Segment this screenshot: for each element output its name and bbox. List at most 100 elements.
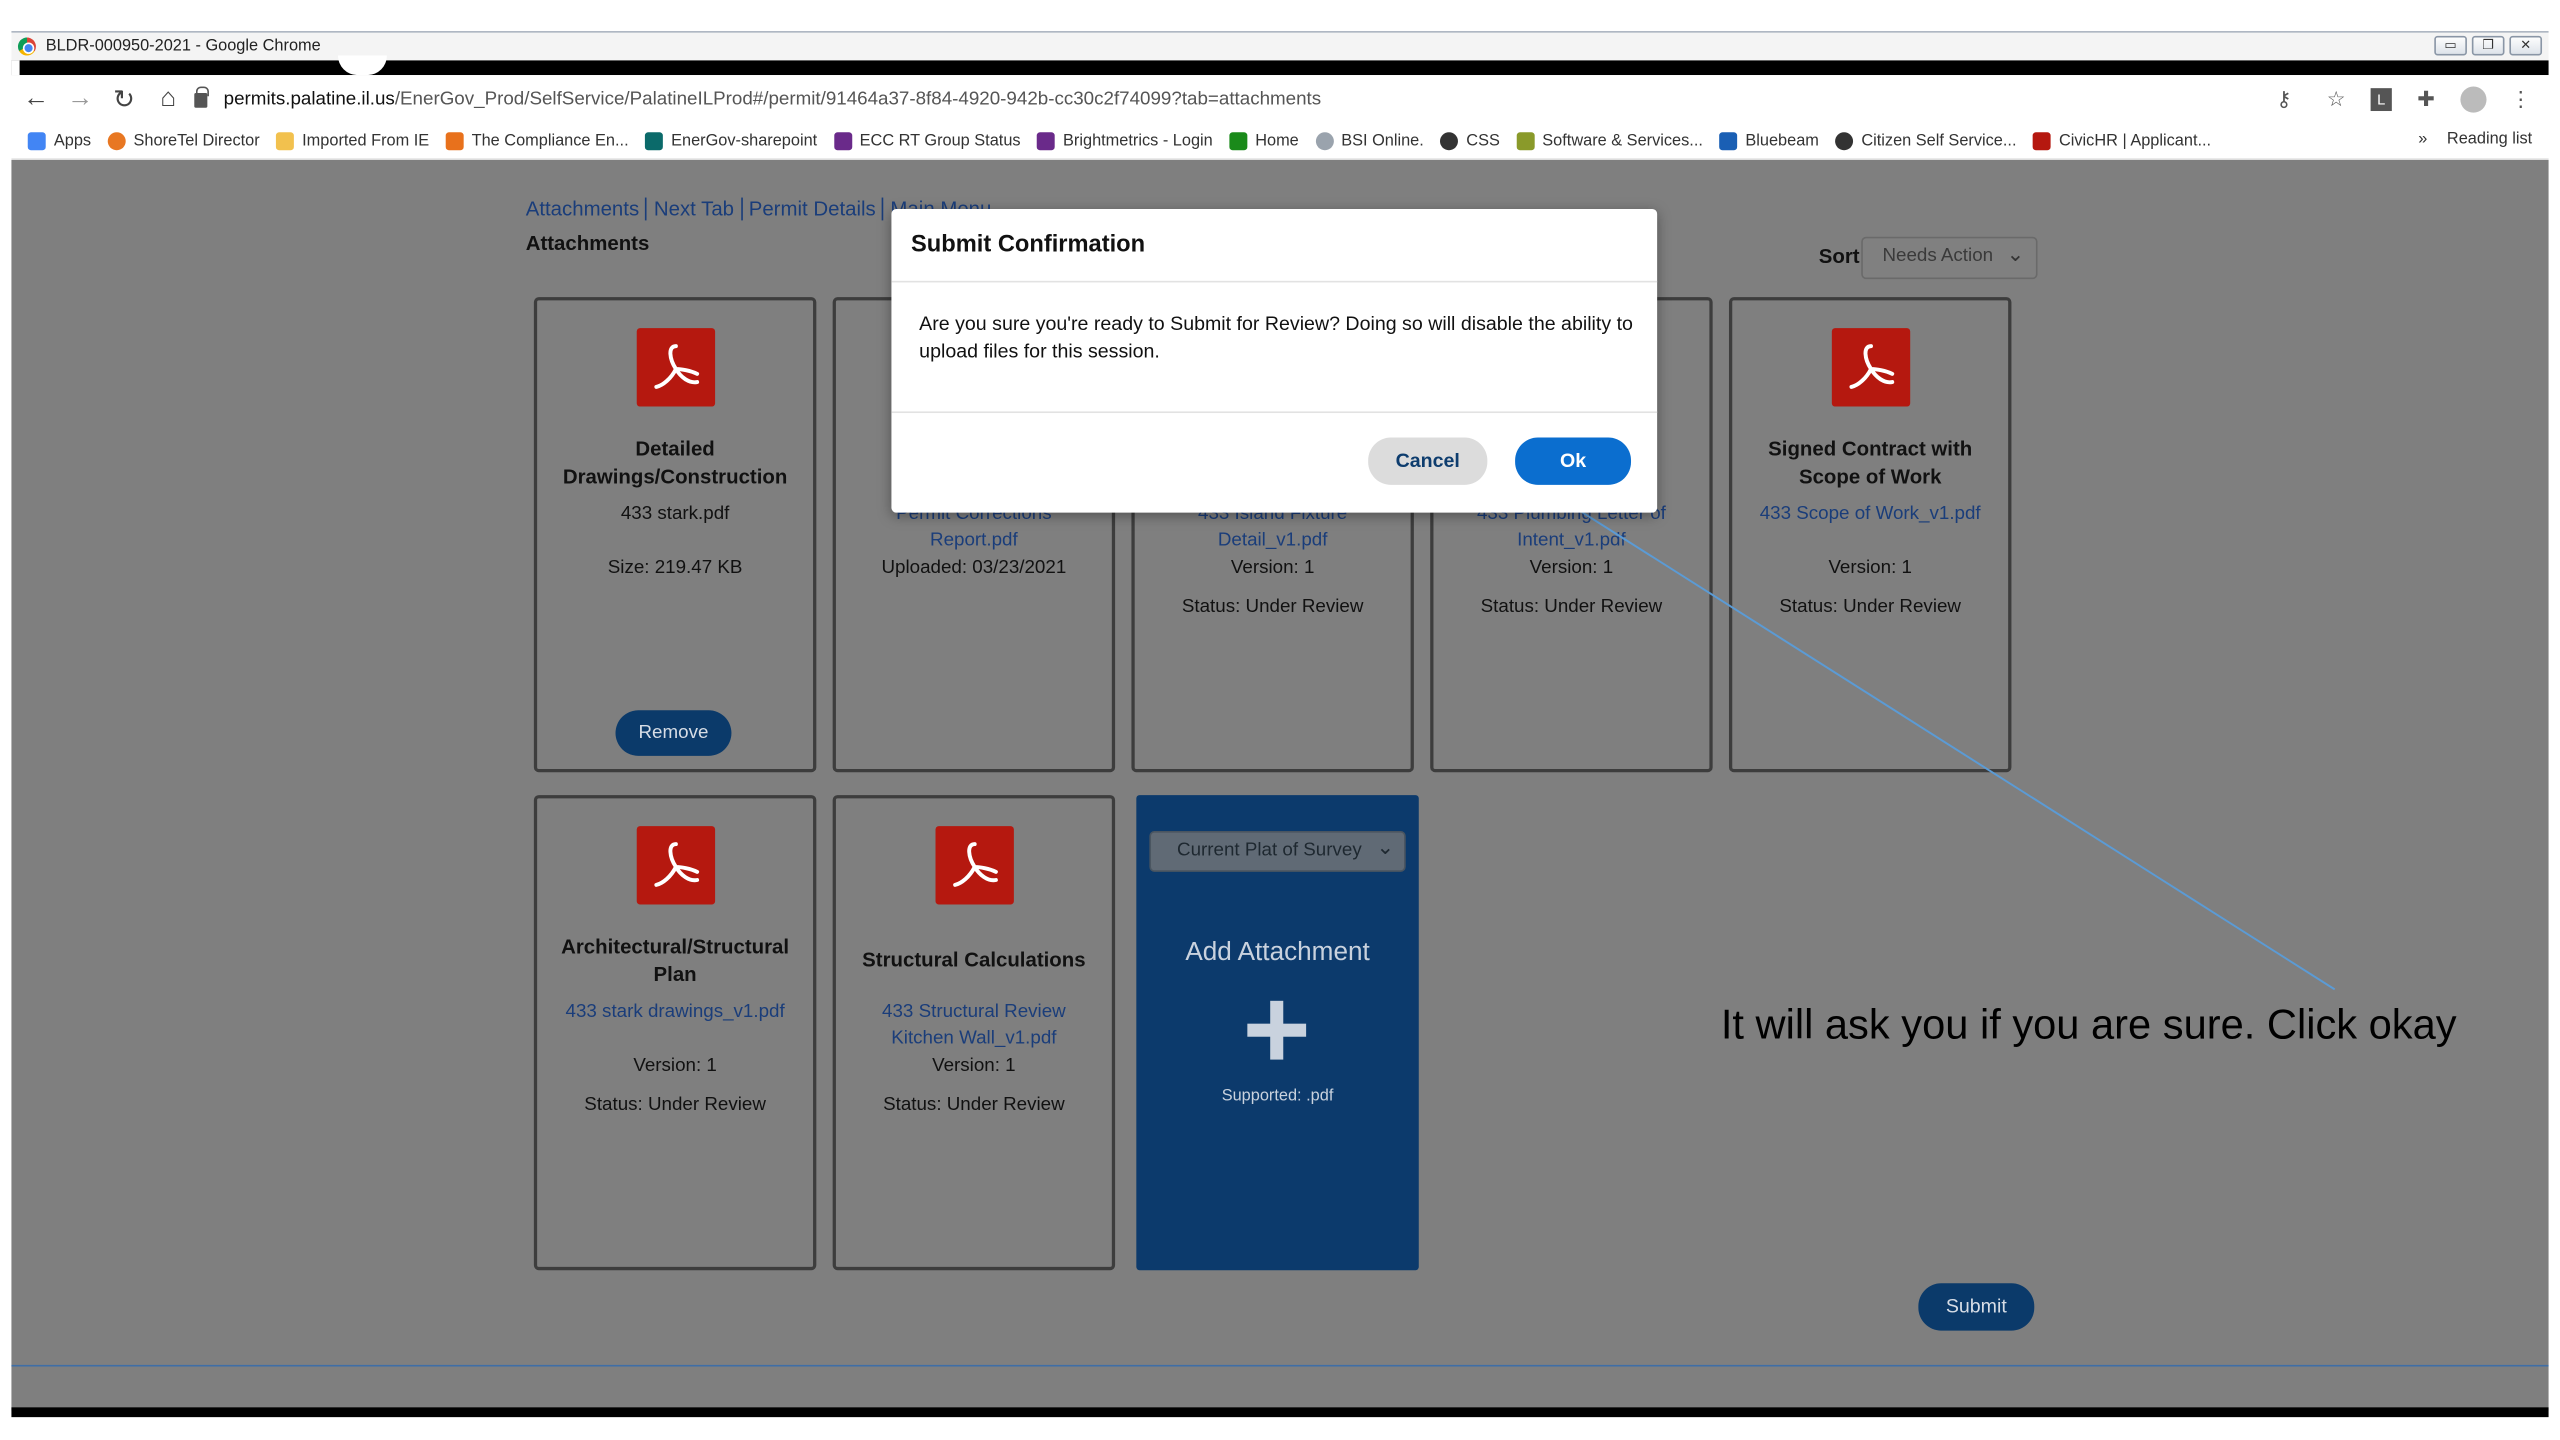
plus-icon[interactable] (1247, 1000, 1307, 1060)
bookmark-item[interactable]: CSS (1440, 132, 1500, 151)
bookmark-item[interactable]: Brightmetrics - Login (1036, 132, 1213, 151)
card-title: Signed Contract with Scope of Work (1768, 437, 1973, 489)
attachment-type-select[interactable]: Current Plat of Survey (1149, 828, 1406, 872)
footer-divider (11, 1364, 2549, 1367)
globe-icon (1440, 132, 1459, 151)
tutorial-annotation: It will ask you if you are sure. Click o… (1720, 1002, 2457, 1049)
submit-confirmation-dialog: Submit Confirmation Are you sure you're … (891, 208, 1658, 513)
bookmarks-right: » Reading list (2418, 131, 2532, 149)
bookmark-label: EnerGov-sharepoint (671, 132, 818, 151)
folder-icon (276, 132, 294, 151)
file-status: Status: Under Review (1779, 597, 1961, 618)
bookmark-item[interactable]: EnerGov-sharepoint (644, 132, 818, 151)
bookmark-label: The Compliance En... (471, 132, 629, 151)
file-status: Status: Under Review (883, 1095, 1065, 1116)
back-arrow-icon[interactable]: ← (16, 80, 55, 119)
bookmark-item[interactable]: The Compliance En... (445, 132, 629, 151)
cancel-button[interactable]: Cancel (1368, 437, 1488, 485)
bookmark-label: ECC RT Group Status (859, 132, 1021, 151)
card-title: Architectural/Structural Plan (561, 935, 790, 987)
attachment-card-drawings: Detailed Drawings/Construction 433 stark… (533, 297, 817, 773)
bookmark-label: BSI Online. (1341, 132, 1424, 151)
card-title: Structural Calculations (862, 948, 1086, 972)
key-icon[interactable]: ⚷ (2266, 82, 2302, 118)
shoretel-icon (107, 132, 126, 151)
minimize-icon[interactable]: ▭ (2434, 35, 2467, 56)
screenshot-stage: BLDR-000950-2021 - Google Chrome ▭ ❐ ✕ ←… (0, 0, 2560, 1440)
more-bookmarks-icon[interactable]: » (2418, 131, 2427, 149)
bookmark-item[interactable]: Citizen Self Service... (1835, 132, 2017, 151)
lock-icon[interactable] (194, 85, 209, 107)
breadcrumb-next-tab[interactable]: Next Tab (647, 197, 743, 221)
add-attachment-title: Add Attachment (1185, 938, 1370, 967)
ok-button[interactable]: Ok (1515, 437, 1632, 485)
add-attachment-card[interactable]: Current Plat of Survey Add Attachment Su… (1136, 795, 1419, 1271)
bookmark-label: CivicHR | Applicant... (2058, 132, 2212, 151)
restore-icon[interactable]: ❐ (2471, 35, 2505, 56)
bookmark-label: Home (1255, 132, 1299, 151)
bookmark-label: Imported From IE (302, 132, 430, 151)
pdf-icon (636, 328, 716, 407)
bookmark-label: Brightmetrics - Login (1063, 132, 1213, 151)
bookmarks-bar: Apps ShoreTel Director Imported From IE The… (11, 124, 2549, 160)
file-link[interactable]: 433 Structural Review Kitchen Wall_v1.pd… (842, 999, 1105, 1051)
software-icon (1516, 132, 1535, 151)
file-link[interactable]: 433 stark drawings_v1.pdf (544, 999, 807, 1025)
file-version: Version: 1 (633, 1056, 717, 1076)
home-icon[interactable]: ⌂ (149, 80, 188, 119)
upload-date: Uploaded: 03/23/2021 (881, 558, 1067, 578)
chrome-logo-icon (17, 37, 36, 56)
reload-icon[interactable]: ↻ (104, 80, 143, 119)
bookmark-label: Software & Services... (1542, 132, 1703, 151)
bookmark-label: Bluebeam (1745, 132, 1819, 151)
breadcrumb-permit-details[interactable]: Permit Details (742, 197, 884, 221)
bookmark-item[interactable]: CivicHR | Applicant... (2032, 132, 2212, 151)
window-titlebar: BLDR-000950-2021 - Google Chrome ▭ ❐ ✕ (11, 31, 2549, 61)
supported-formats: Supported: .pdf (1221, 1087, 1334, 1106)
bookmark-label: Apps (53, 132, 92, 151)
window-controls: ▭ ❐ ✕ (2434, 35, 2543, 56)
bookmark-item[interactable]: Bluebeam (1719, 132, 1819, 151)
profile-avatar-icon[interactable] (2460, 86, 2487, 113)
window-title: BLDR-000950-2021 - Google Chrome (45, 37, 321, 56)
address-bar[interactable]: permits.palatine.il.us/EnerGov_Prod/Self… (194, 82, 1321, 118)
file-status: Status: Under Review (1181, 597, 1364, 618)
submit-button[interactable]: Submit (1918, 1283, 2035, 1331)
dialog-title: Submit Confirmation (911, 231, 1146, 258)
bookmark-item[interactable]: Imported From IE (276, 132, 430, 151)
pdf-icon (935, 826, 1014, 905)
file-version: Version: 1 (932, 1056, 1016, 1076)
ecc-icon (833, 132, 852, 151)
dialog-message: Are you sure you're ready to Submit for … (919, 311, 1633, 363)
extension-l-icon[interactable]: L (2370, 88, 2392, 112)
taskbar-edge (11, 1407, 2549, 1418)
attachment-card-contract: Signed Contract with Scope of Work 433 S… (1728, 297, 2012, 773)
bluebeam-icon (1719, 132, 1738, 151)
reading-list-button[interactable]: Reading list (2447, 131, 2532, 149)
bookmark-item[interactable]: Software & Services... (1516, 132, 1703, 151)
sort-select[interactable]: Needs Action (1861, 236, 2038, 280)
bookmark-item[interactable]: ECC RT Group Status (833, 132, 1021, 151)
forward-arrow-icon[interactable]: → (60, 80, 99, 119)
tab-handle[interactable] (337, 55, 387, 76)
file-status: Status: Under Review (1480, 597, 1663, 618)
menu-kebab-icon[interactable]: ⋮ (2503, 82, 2539, 118)
bookmark-item[interactable]: ShoreTel Director (107, 132, 260, 151)
breadcrumb-attachments[interactable]: Attachments (526, 197, 648, 221)
close-icon[interactable]: ✕ (2509, 35, 2543, 56)
file-version: Version: 1 (1529, 558, 1614, 578)
bookmark-item[interactable]: Apps (27, 132, 92, 151)
puzzle-extensions-icon[interactable]: ✚ (2408, 82, 2444, 118)
remove-button[interactable]: Remove (615, 710, 732, 756)
bookmark-item[interactable]: BSI Online. (1315, 132, 1424, 151)
file-version: Version: 1 (1828, 558, 1912, 578)
pdf-icon (1831, 328, 1911, 407)
sort-label: Sort (1818, 244, 1860, 268)
file-link[interactable]: 433 Scope of Work_v1.pdf (1739, 501, 2002, 527)
tab-strip (11, 55, 2549, 76)
star-icon[interactable]: ☆ (2318, 82, 2354, 118)
bookmark-label: Citizen Self Service... (1861, 132, 2017, 151)
browser-toolbar: ← → ↻ ⌂ permits.palatine.il.us/EnerGov_P… (11, 75, 2549, 125)
attachment-card-structural: Structural Calculations 433 Structural R… (832, 795, 1116, 1271)
bookmark-item[interactable]: Home (1229, 132, 1299, 151)
